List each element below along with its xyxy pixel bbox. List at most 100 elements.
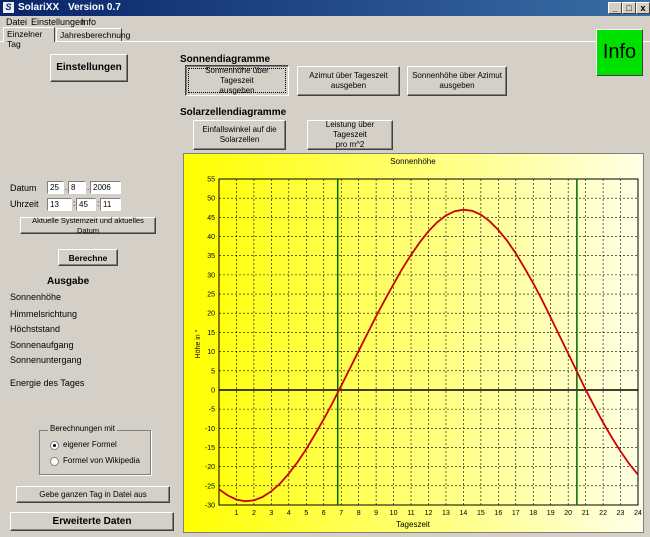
x-tick-label: 23 <box>617 510 625 517</box>
app-version: Version 0.7 <box>68 2 121 13</box>
solarzellendiagramme-title: Solarzellendiagramme <box>180 107 287 118</box>
x-tick-label: 1 <box>235 510 239 517</box>
menu-info[interactable]: Info <box>81 17 96 27</box>
erweiterte-daten-button[interactable]: Erweiterte Daten <box>10 512 174 531</box>
y-axis-label: Höhe in ° <box>194 329 202 358</box>
datum-month-field[interactable]: 8 <box>68 181 86 194</box>
sonnenhoehe-azimut-button[interactable]: Sonnenhöhe über Azimut ausgeben <box>407 66 507 96</box>
berechnungen-group <box>39 430 151 475</box>
x-tick-label: 8 <box>357 510 361 517</box>
y-tick-label: 0 <box>211 387 215 394</box>
tab-jahresberechnung[interactable]: Jahresberechnung <box>56 28 130 42</box>
x-tick-label: 11 <box>407 510 414 517</box>
y-tick-label: 20 <box>207 311 215 318</box>
menu-datei[interactable]: Datei <box>6 17 27 27</box>
x-tick-label: 3 <box>269 510 273 517</box>
azimut-tageszeit-button[interactable]: Azimut über Tageszeit ausgeben <box>297 66 400 96</box>
tab-panel-border <box>0 41 650 42</box>
berechnungen-title: Berechnungen mit <box>48 424 117 433</box>
y-tick-label: -5 <box>209 407 215 414</box>
y-tick-label: -10 <box>205 426 215 433</box>
tab-einzelner-tag[interactable]: Einzelner Tag <box>3 27 55 49</box>
title-bar: S SolariXX Version 0.7 _ □ x <box>0 0 650 16</box>
y-tick-label: 40 <box>207 234 215 241</box>
app-icon: S <box>3 2 14 13</box>
uhrzeit-label: Uhrzeit <box>10 199 39 209</box>
menu-einstellungen[interactable]: Einstellungen <box>31 17 85 27</box>
app-title: SolariXX <box>18 2 60 13</box>
x-tick-label: 20 <box>564 510 572 517</box>
x-tick-label: 18 <box>529 510 537 517</box>
datum-label: Datum <box>10 183 37 193</box>
x-tick-label: 12 <box>425 510 433 517</box>
uhrzeit-hour-field[interactable]: 13 <box>47 198 72 211</box>
y-tick-label: 45 <box>207 215 215 222</box>
chart-title: Sonnenhöhe <box>390 157 436 166</box>
datum-day-field[interactable]: 25 <box>47 181 64 194</box>
y-tick-label: -30 <box>205 503 215 510</box>
radio-wikipedia-label: Formel von Wikipedia <box>63 456 140 465</box>
output-hoechststand: Höchststand <box>10 324 61 334</box>
einfallswinkel-button[interactable]: Einfallswinkel auf die Solarzellen <box>193 120 286 150</box>
y-tick-label: 35 <box>207 253 215 260</box>
y-tick-label: -20 <box>205 464 215 471</box>
einstellungen-button[interactable]: Einstellungen <box>50 54 128 82</box>
y-tick-label: 30 <box>207 272 215 279</box>
tab-strip: Einzelner Tag Jahresberechnung <box>0 27 650 49</box>
output-himmelsrichtung: Himmelsrichtung <box>10 309 78 319</box>
uhrzeit-minute-field[interactable]: 45 <box>76 198 96 211</box>
x-tick-label: 17 <box>512 510 520 517</box>
x-tick-label: 13 <box>442 510 450 517</box>
y-tick-label: 55 <box>207 177 215 184</box>
output-sonnenhoehe: Sonnenhöhe <box>10 292 62 302</box>
radio-eigene-label: eigener Formel <box>63 440 117 449</box>
close-button[interactable]: x <box>636 2 650 14</box>
x-tick-label: 22 <box>599 510 607 517</box>
uhrzeit-separator: : <box>73 199 76 208</box>
ausgabe-title: Ausgabe <box>47 276 90 287</box>
sonnenhoehe-tageszeit-button[interactable]: Sonnenhöhe über Tageszeit ausgeben <box>185 65 289 96</box>
sonnendiagramme-title: Sonnendiagramme <box>180 54 271 65</box>
y-tick-label: 50 <box>207 196 215 203</box>
output-sonnenuntergang: Sonnenuntergang <box>10 355 82 365</box>
chart-background <box>184 154 643 532</box>
x-tick-label: 24 <box>634 510 642 517</box>
systemzeit-button[interactable]: Aktuelle Systemzeit und aktuelles Datum <box>20 216 156 235</box>
output-energie: Energie des Tages <box>10 378 85 388</box>
x-tick-label: 19 <box>547 510 555 517</box>
chart-frame: Sonnenhöhe Tageszeit Höhe in ° 123456789… <box>183 153 644 533</box>
x-tick-label: 6 <box>322 510 326 517</box>
sonnenhoehe-chart: Sonnenhöhe Tageszeit Höhe in ° 123456789… <box>184 154 643 532</box>
x-tick-label: 4 <box>287 510 291 517</box>
x-tick-label: 14 <box>460 510 468 517</box>
datum-year-field[interactable]: 2006 <box>90 181 121 194</box>
leistung-tageszeit-button[interactable]: Leistung über Tageszeit pro m^2 <box>307 120 393 150</box>
datum-separator: . <box>65 183 68 192</box>
radio-eigene-formel[interactable] <box>50 441 59 450</box>
x-tick-label: 16 <box>494 510 502 517</box>
radio-wikipedia-formel[interactable] <box>50 457 59 466</box>
uhrzeit-second-field[interactable]: 11 <box>100 198 121 211</box>
x-tick-label: 7 <box>339 510 343 517</box>
x-tick-label: 2 <box>252 510 256 517</box>
x-tick-label: 10 <box>390 510 398 517</box>
x-tick-label: 9 <box>374 510 378 517</box>
maximize-button[interactable]: □ <box>622 2 636 14</box>
y-tick-label: -25 <box>205 483 215 490</box>
berechne-button[interactable]: Berechne <box>58 249 118 266</box>
y-tick-label: 5 <box>211 368 215 375</box>
x-tick-label: 5 <box>304 510 308 517</box>
x-tick-label: 21 <box>582 510 590 517</box>
output-sonnenaufgang: Sonnenaufgang <box>10 340 74 350</box>
x-axis-label: Tageszeit <box>396 520 431 529</box>
y-tick-label: 25 <box>207 292 215 299</box>
y-tick-label: 15 <box>207 330 215 337</box>
x-tick-label: 15 <box>477 510 485 517</box>
info-button[interactable]: Info <box>596 29 643 76</box>
datum-separator: . <box>87 183 90 192</box>
minimize-button[interactable]: _ <box>608 2 622 14</box>
y-tick-label: 10 <box>207 349 215 356</box>
datei-export-button[interactable]: Gebe ganzen Tag in Datei aus <box>16 486 170 503</box>
uhrzeit-separator: : <box>97 199 100 208</box>
y-tick-label: -15 <box>205 445 215 452</box>
